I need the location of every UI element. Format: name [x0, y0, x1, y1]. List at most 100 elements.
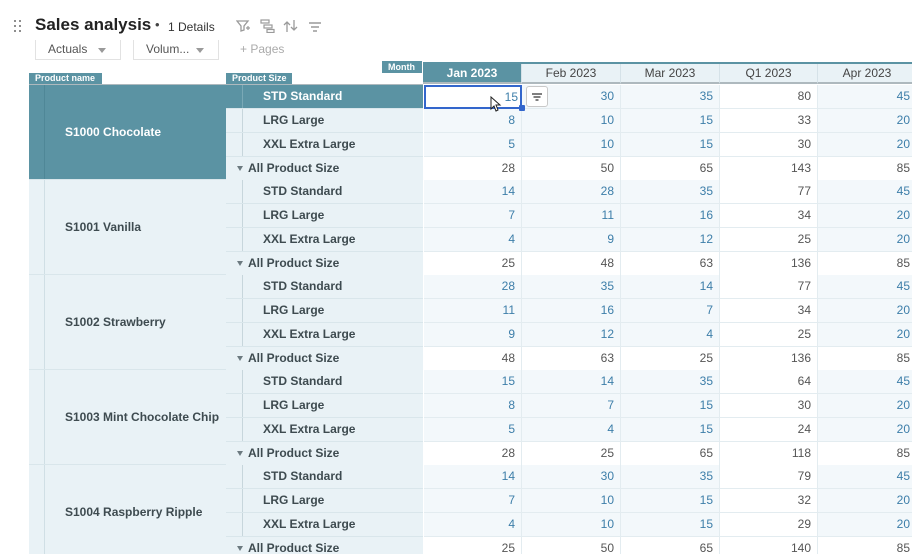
grid-cell[interactable]: 28 [424, 442, 522, 466]
grid-cell[interactable]: 20 [818, 109, 912, 133]
grid-cell[interactable]: 20 [818, 394, 912, 418]
grid-cell[interactable]: 30 [522, 465, 621, 489]
grid-cell[interactable]: 20 [818, 228, 912, 252]
grid-cell[interactable]: 34 [720, 299, 818, 323]
row-dimension-product-name[interactable]: Product name [29, 73, 102, 84]
grid-cell[interactable]: 85 [818, 252, 912, 276]
grid-cell[interactable]: 24 [720, 418, 818, 442]
grid-cell[interactable]: 9 [424, 323, 522, 347]
grid-cell[interactable]: 8 [424, 394, 522, 418]
grid-cell[interactable]: 16 [522, 299, 621, 323]
size-row-header[interactable]: STD Standard [226, 465, 423, 489]
grid-cell[interactable]: 11 [424, 299, 522, 323]
product-row-header[interactable]: S1001 Vanilla [29, 180, 226, 275]
grid-cell[interactable]: 10 [522, 489, 621, 513]
product-row-header[interactable]: S1004 Raspberry Ripple [29, 465, 226, 554]
grid-cell[interactable]: 9 [522, 228, 621, 252]
product-row-header[interactable]: S1002 Strawberry [29, 275, 226, 370]
grid-cell[interactable]: 25 [720, 323, 818, 347]
grid-cell[interactable]: 10 [522, 133, 621, 157]
size-row-header[interactable]: STD Standard [226, 85, 423, 109]
grid-cell[interactable]: 25 [424, 537, 522, 554]
grid-cell[interactable]: 20 [818, 299, 912, 323]
size-row-header[interactable]: LRG Large [226, 394, 423, 418]
grid-cell[interactable]: 85 [818, 157, 912, 181]
grid-cell[interactable]: 15 [621, 109, 720, 133]
grid-cell[interactable]: 25 [621, 347, 720, 371]
grid-cell[interactable]: 15 [621, 418, 720, 442]
grid-cell[interactable]: 25 [720, 228, 818, 252]
drag-handle-icon[interactable] [13, 19, 23, 33]
column-header-apr-2023[interactable]: Apr 2023 [818, 64, 912, 84]
grid-cell[interactable]: 25 [424, 252, 522, 276]
grid-cell[interactable]: 4 [424, 513, 522, 537]
grid-cell[interactable]: 28 [522, 180, 621, 204]
grid-cell[interactable]: 25 [522, 442, 621, 466]
grid-cell[interactable]: 20 [818, 323, 912, 347]
grid-cell[interactable]: 34 [720, 204, 818, 228]
size-row-header[interactable]: LRG Large [226, 489, 423, 513]
grid-cell[interactable]: 35 [621, 85, 720, 109]
grid-cell[interactable]: 63 [522, 347, 621, 371]
grid-cell[interactable]: 65 [621, 442, 720, 466]
grid-cell[interactable]: 45 [818, 180, 912, 204]
grid-cell[interactable]: 4 [522, 418, 621, 442]
total-row-header[interactable]: All Product Size [226, 252, 423, 276]
grid-cell[interactable]: 45 [818, 85, 912, 109]
grid-cell[interactable]: 12 [621, 228, 720, 252]
grid-cell[interactable]: 7 [424, 489, 522, 513]
grid-cell[interactable]: 10 [522, 109, 621, 133]
grid-cell[interactable]: 5 [424, 418, 522, 442]
grid-cell[interactable]: 20 [818, 133, 912, 157]
grid-cell[interactable]: 118 [720, 442, 818, 466]
size-row-header[interactable]: STD Standard [226, 180, 423, 204]
grid-cell[interactable]: 20 [818, 204, 912, 228]
grid-cell[interactable]: 85 [818, 347, 912, 371]
grid-cell[interactable]: 35 [522, 275, 621, 299]
grid-cell[interactable]: 79 [720, 465, 818, 489]
grid-cell[interactable]: 4 [424, 228, 522, 252]
column-header-jan-2023[interactable]: Jan 2023 [423, 64, 522, 84]
size-row-header[interactable]: STD Standard [226, 370, 423, 394]
grid-cell[interactable]: 7 [621, 299, 720, 323]
size-row-header[interactable]: XXL Extra Large [226, 228, 423, 252]
column-dimension-month[interactable]: Month [382, 61, 422, 73]
cell-options-button[interactable] [526, 86, 548, 107]
grid-cell[interactable]: 80 [720, 85, 818, 109]
grid-cell[interactable]: 7 [522, 394, 621, 418]
grid-cell[interactable]: 30 [720, 133, 818, 157]
grid-cell[interactable]: 65 [621, 537, 720, 554]
collapse-triangle-icon[interactable] [237, 451, 243, 456]
grid-cell[interactable]: 143 [720, 157, 818, 181]
grid-cell[interactable]: 30 [720, 394, 818, 418]
grid-cell[interactable]: 14 [621, 275, 720, 299]
grid-cell[interactable]: 15 [621, 394, 720, 418]
grid-cell[interactable]: 20 [818, 513, 912, 537]
total-row-header[interactable]: All Product Size [226, 157, 423, 181]
grid-cell[interactable]: 65 [621, 157, 720, 181]
total-row-header[interactable]: All Product Size [226, 347, 423, 371]
grid-cell[interactable]: 29 [720, 513, 818, 537]
actuals-page-selector[interactable]: Actuals [35, 40, 121, 60]
details-link[interactable]: 1 Details [168, 20, 215, 34]
grid-cell[interactable]: 28 [424, 275, 522, 299]
size-row-header[interactable]: XXL Extra Large [226, 133, 423, 157]
column-header-mar-2023[interactable]: Mar 2023 [621, 64, 720, 84]
options-icon[interactable] [308, 19, 323, 33]
grid-cell[interactable]: 15 [424, 370, 522, 394]
grid-cell[interactable]: 77 [720, 275, 818, 299]
grid-cell[interactable]: 35 [621, 370, 720, 394]
add-pages-button[interactable]: + Pages [240, 42, 284, 56]
grid-cell[interactable]: 35 [621, 180, 720, 204]
size-row-header[interactable]: XXL Extra Large [226, 513, 423, 537]
grid-cell[interactable]: 136 [720, 347, 818, 371]
grid-cell[interactable]: 63 [621, 252, 720, 276]
grid-cell[interactable]: 48 [522, 252, 621, 276]
grid-cell[interactable]: 50 [522, 537, 621, 554]
grid-cell[interactable]: 136 [720, 252, 818, 276]
grid-cell[interactable]: 11 [522, 204, 621, 228]
product-row-header[interactable]: S1003 Mint Chocolate Chip [29, 370, 226, 465]
size-row-header[interactable]: LRG Large [226, 109, 423, 133]
grid-cell[interactable]: 15 [621, 513, 720, 537]
grid-cell[interactable]: 8 [424, 109, 522, 133]
